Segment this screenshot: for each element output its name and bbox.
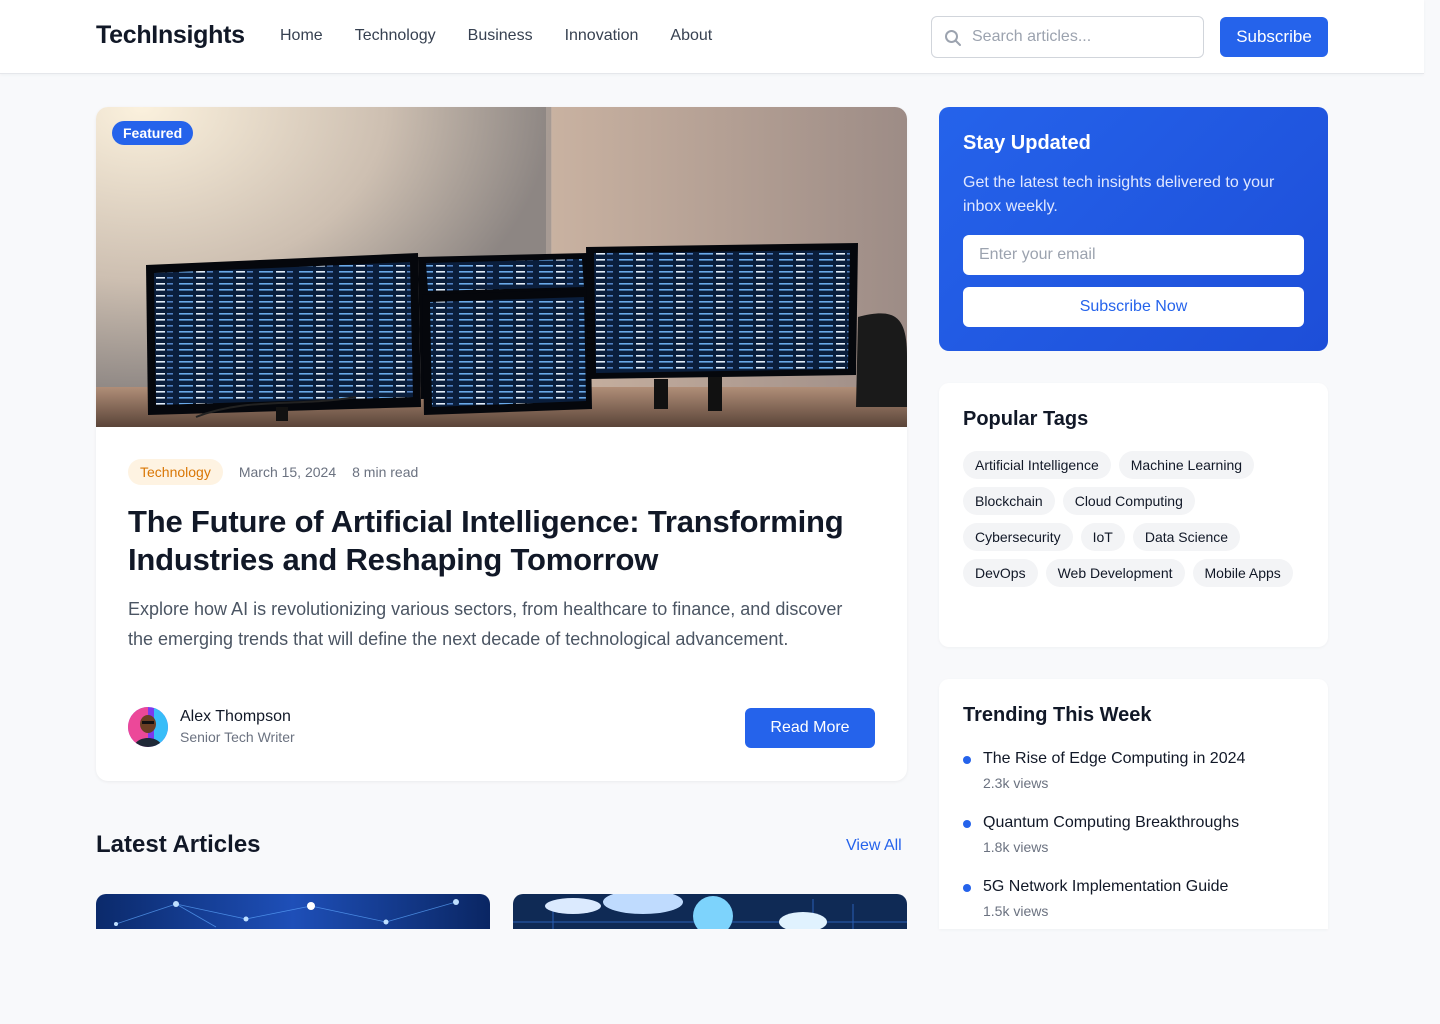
tag-data-science[interactable]: Data Science bbox=[1132, 523, 1241, 551]
trending-title: Trending This Week bbox=[963, 704, 1152, 726]
read-more-button[interactable]: Read More bbox=[745, 708, 875, 748]
trending-card: Trending This Week The Rise of Edge Comp… bbox=[939, 679, 1328, 929]
latest-articles-heading: Latest Articles bbox=[96, 831, 261, 858]
list-item[interactable]: Quantum Computing Breakthroughs 1.8k vie… bbox=[963, 813, 1308, 877]
search-input[interactable] bbox=[972, 17, 1197, 57]
author-info: Alex Thompson Senior Tech Writer bbox=[128, 707, 295, 747]
tag-machine-learning[interactable]: Machine Learning bbox=[1118, 451, 1255, 479]
nav-innovation[interactable]: Innovation bbox=[565, 27, 639, 45]
list-item[interactable]: 5G Network Implementation Guide 1.5k vie… bbox=[963, 877, 1308, 929]
tag-devops[interactable]: DevOps bbox=[963, 559, 1038, 587]
trending-list: The Rise of Edge Computing in 2024 2.3k … bbox=[963, 749, 1308, 929]
trending-item-title[interactable]: Quantum Computing Breakthroughs bbox=[983, 813, 1308, 833]
bullet-icon bbox=[963, 820, 971, 828]
trending-item-views: 1.5k views bbox=[983, 903, 1049, 919]
tag-artificial-intelligence[interactable]: Artificial Intelligence bbox=[963, 451, 1111, 479]
trending-item-views: 2.3k views bbox=[983, 775, 1049, 791]
featured-badge: Featured bbox=[112, 121, 194, 145]
subscribe-now-button[interactable]: Subscribe Now bbox=[963, 287, 1304, 327]
newsletter-title: Stay Updated bbox=[963, 132, 1091, 154]
trending-item-title[interactable]: 5G Network Implementation Guide bbox=[983, 877, 1308, 897]
newsletter-description: Get the latest tech insights delivered t… bbox=[963, 174, 1275, 215]
nav-technology[interactable]: Technology bbox=[355, 27, 436, 45]
popular-tags-title: Popular Tags bbox=[963, 408, 1089, 430]
nav-about[interactable]: About bbox=[670, 27, 712, 45]
site-logo[interactable]: TechInsights bbox=[96, 21, 245, 50]
main-nav: Home Technology Business Innovation Abou… bbox=[280, 27, 712, 45]
tag-web-development[interactable]: Web Development bbox=[1045, 559, 1185, 587]
trending-item-views: 1.8k views bbox=[983, 839, 1049, 855]
read-time: 8 min read bbox=[352, 464, 419, 480]
popular-tags-card: Popular Tags Artificial Intelligence Mac… bbox=[939, 383, 1328, 647]
author-text: Alex Thompson Senior Tech Writer bbox=[180, 707, 295, 747]
article-meta: Technology March 15, 2024 8 min read bbox=[128, 459, 418, 485]
email-field[interactable] bbox=[963, 235, 1304, 275]
featured-excerpt: Explore how AI is revolutionizing variou… bbox=[128, 599, 843, 649]
subscribe-button[interactable]: Subscribe bbox=[1220, 17, 1328, 57]
publish-date: March 15, 2024 bbox=[238, 464, 337, 480]
trending-item-title[interactable]: The Rise of Edge Computing in 2024 bbox=[983, 749, 1308, 769]
tag-iot[interactable]: IoT bbox=[1080, 523, 1125, 551]
category-badge[interactable]: Technology bbox=[128, 459, 223, 485]
featured-title[interactable]: The Future of Artificial Intelligence: T… bbox=[128, 503, 878, 579]
avatar[interactable] bbox=[128, 707, 168, 747]
article-thumbnail[interactable] bbox=[96, 894, 490, 929]
nav-home[interactable]: Home bbox=[280, 27, 323, 45]
tag-blockchain[interactable]: Blockchain bbox=[963, 487, 1055, 515]
article-thumbnail[interactable] bbox=[513, 894, 907, 929]
newsletter-card: Stay Updated Get the latest tech insight… bbox=[939, 107, 1328, 351]
tag-cybersecurity[interactable]: Cybersecurity bbox=[963, 523, 1073, 551]
bullet-icon bbox=[963, 884, 971, 892]
search-box bbox=[931, 16, 1204, 58]
view-all-link[interactable]: View All bbox=[846, 837, 902, 855]
nav-business[interactable]: Business bbox=[468, 27, 533, 45]
list-item[interactable]: The Rise of Edge Computing in 2024 2.3k … bbox=[963, 749, 1308, 813]
tag-list: Artificial Intelligence Machine Learning… bbox=[963, 451, 1308, 587]
featured-article: Featured Technology March 15, 2024 8 min… bbox=[96, 107, 907, 781]
search-icon bbox=[945, 30, 961, 46]
tag-cloud-computing[interactable]: Cloud Computing bbox=[1062, 487, 1195, 515]
featured-image[interactable] bbox=[96, 107, 907, 427]
bullet-icon bbox=[963, 756, 971, 764]
author-name[interactable]: Alex Thompson bbox=[180, 707, 295, 727]
site-header: TechInsights Home Technology Business In… bbox=[0, 0, 1424, 74]
tag-mobile-apps[interactable]: Mobile Apps bbox=[1192, 559, 1293, 587]
author-role: Senior Tech Writer bbox=[180, 729, 295, 745]
